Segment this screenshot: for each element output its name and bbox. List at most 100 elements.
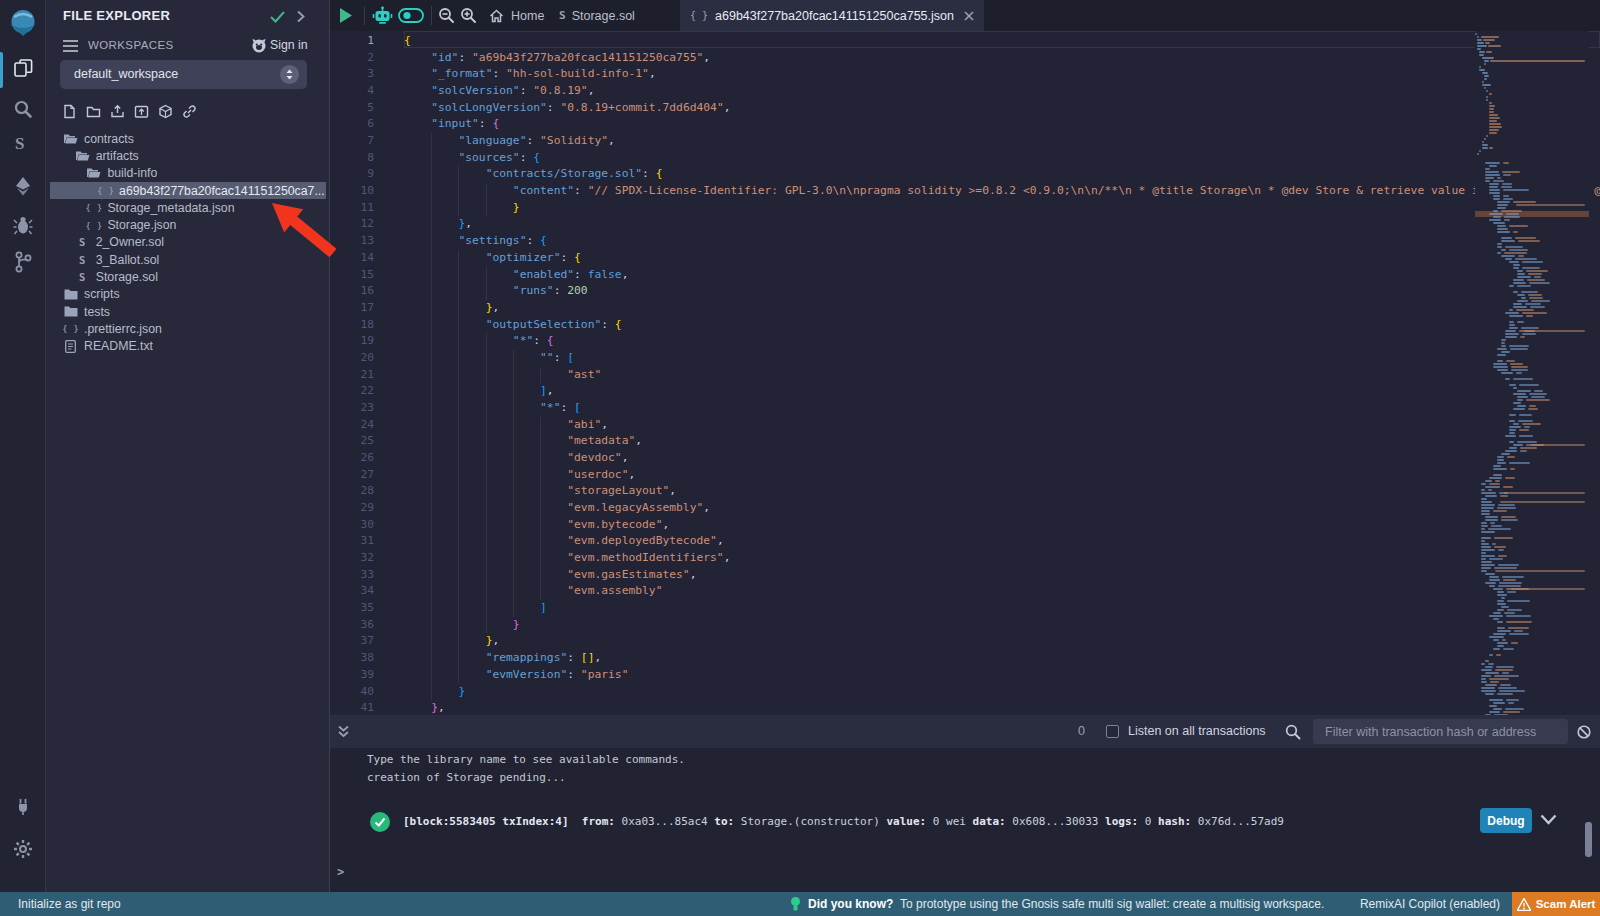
indent-guide (458, 367, 459, 384)
code-editor[interactable]: 1234567891011121314151617181920212223242… (330, 31, 1600, 715)
minimap-line (1481, 510, 1490, 512)
tab-build-info-json[interactable]: { } a69b43f277ba20fcac141151250ca755.jso… (680, 0, 984, 31)
minimap-line (1485, 693, 1494, 695)
minimap-line (1511, 588, 1585, 590)
minimap-line (1489, 108, 1493, 110)
expand-tx-icon[interactable] (1540, 814, 1557, 825)
transaction-filter-input[interactable] (1313, 719, 1568, 744)
indent-guide (458, 650, 459, 667)
collapse-terminal-icon[interactable] (337, 725, 350, 738)
deploy-run-icon[interactable] (13, 176, 33, 196)
close-tab-icon[interactable] (964, 11, 974, 21)
indent-guide (458, 433, 459, 450)
tree-item-scripts[interactable]: scripts (50, 286, 326, 303)
copilot-status[interactable]: RemixAI Copilot (enabled) (1360, 897, 1500, 911)
code-line: } (404, 201, 520, 214)
tree-item-label: 3_Ballot.sol (96, 253, 160, 267)
minimap-line (1497, 354, 1506, 356)
minimap-line (1481, 504, 1495, 506)
terminal-scrollbar[interactable] (1585, 822, 1592, 857)
minimap-line (1513, 378, 1532, 380)
minimap-line (1509, 420, 1515, 422)
new-folder-icon[interactable] (86, 104, 101, 119)
copilot-toggle-icon[interactable] (398, 8, 424, 23)
minimap-line (1493, 465, 1501, 467)
minimap-line (1526, 399, 1550, 401)
ai-copilot-icon[interactable] (372, 6, 393, 26)
indent-guide (458, 317, 459, 334)
workspace-select[interactable]: default_workspace (60, 60, 307, 89)
tree-item-artifacts[interactable]: artifacts (50, 147, 326, 164)
load-template-icon[interactable] (158, 104, 173, 119)
new-file-icon[interactable] (62, 104, 77, 119)
minimap-line (1493, 210, 1498, 212)
tree-item-tests[interactable]: tests (50, 303, 326, 320)
run-script-icon[interactable] (339, 8, 353, 23)
line-number: 17 (330, 301, 374, 314)
sign-in-button[interactable]: Sign in (270, 38, 308, 52)
remix-logo-icon[interactable] (8, 8, 38, 38)
minimap-line (1505, 312, 1519, 314)
indent-guide (458, 400, 459, 417)
block-icon[interactable] (1577, 725, 1591, 739)
minimap-line (1509, 633, 1529, 635)
minimap-line (1497, 201, 1510, 203)
minimap-line (1489, 636, 1504, 638)
git-init-button[interactable]: Initialize as git repo (18, 897, 121, 911)
tab-storage-sol[interactable]: S Storage.sol (545, 0, 649, 31)
connect-localhost-icon[interactable] (182, 104, 197, 119)
minimap-line (1489, 678, 1510, 680)
minimap-line (1497, 609, 1504, 611)
minimap-line (1477, 36, 1479, 38)
tree-item-contracts[interactable]: contracts (50, 130, 326, 147)
minimap-line (1500, 684, 1511, 686)
tree-item-storage-sol[interactable]: SStorage.sol (50, 268, 326, 285)
file-explorer-icon[interactable] (13, 58, 34, 79)
minimap-line (1493, 468, 1507, 470)
minimap-line (1505, 435, 1516, 437)
minimap-line (1497, 369, 1508, 371)
settings-icon[interactable] (13, 839, 33, 859)
git-icon[interactable] (14, 251, 32, 273)
terminal-prompt[interactable]: > (337, 865, 344, 879)
minimap-line (1481, 483, 1486, 485)
editor-minimap[interactable] (1475, 31, 1589, 715)
minimap-line (1530, 306, 1545, 308)
plugin-manager-icon[interactable] (13, 796, 33, 816)
tree-item--prettierrc-json[interactable]: { }.prettierrc.json (50, 320, 326, 337)
scam-alert-badge[interactable]: Scam Alert (1512, 892, 1600, 916)
debugger-icon[interactable] (13, 215, 33, 235)
workspaces-menu-icon[interactable] (63, 40, 78, 52)
minimap-line (1481, 690, 1496, 692)
minimap-line (1495, 480, 1500, 482)
json-icon: { } (86, 220, 101, 231)
github-icon[interactable] (251, 38, 267, 53)
minimap-line (1517, 405, 1526, 407)
transaction-log[interactable]: [block:5583405 txIndex:4] from: 0xa03...… (403, 815, 1284, 828)
minimap-line (1482, 147, 1489, 149)
solidity-compiler-icon[interactable]: S (15, 134, 33, 156)
upload-file-icon[interactable] (110, 104, 125, 119)
indent-guide (486, 200, 487, 217)
tree-item-readme-txt[interactable]: README.txt (50, 338, 326, 355)
listen-checkbox[interactable] (1106, 725, 1119, 738)
minimap-line (1511, 642, 1517, 644)
tree-item-build-info[interactable]: build-info (50, 165, 326, 182)
minimap-line (1505, 477, 1515, 479)
minimap-line (1520, 450, 1527, 452)
red-arrow-annotation (255, 190, 347, 268)
search-icon[interactable] (13, 99, 33, 119)
solidity-icon: S (75, 254, 90, 266)
minimap-line (1509, 285, 1514, 287)
minimap-line (1477, 45, 1486, 47)
minimap-line (1481, 681, 1487, 683)
chevron-right-icon[interactable] (296, 10, 305, 23)
zoom-out-icon[interactable] (438, 7, 455, 24)
upload-folder-icon[interactable] (134, 104, 149, 119)
tx-label: logs: (1105, 815, 1138, 828)
terminal[interactable]: Type the library name to see available c… (330, 748, 1600, 892)
debug-button[interactable]: Debug (1480, 808, 1532, 833)
indent-guide (486, 433, 487, 450)
indent-guide (513, 433, 514, 450)
tree-item-label: README.txt (84, 339, 153, 353)
